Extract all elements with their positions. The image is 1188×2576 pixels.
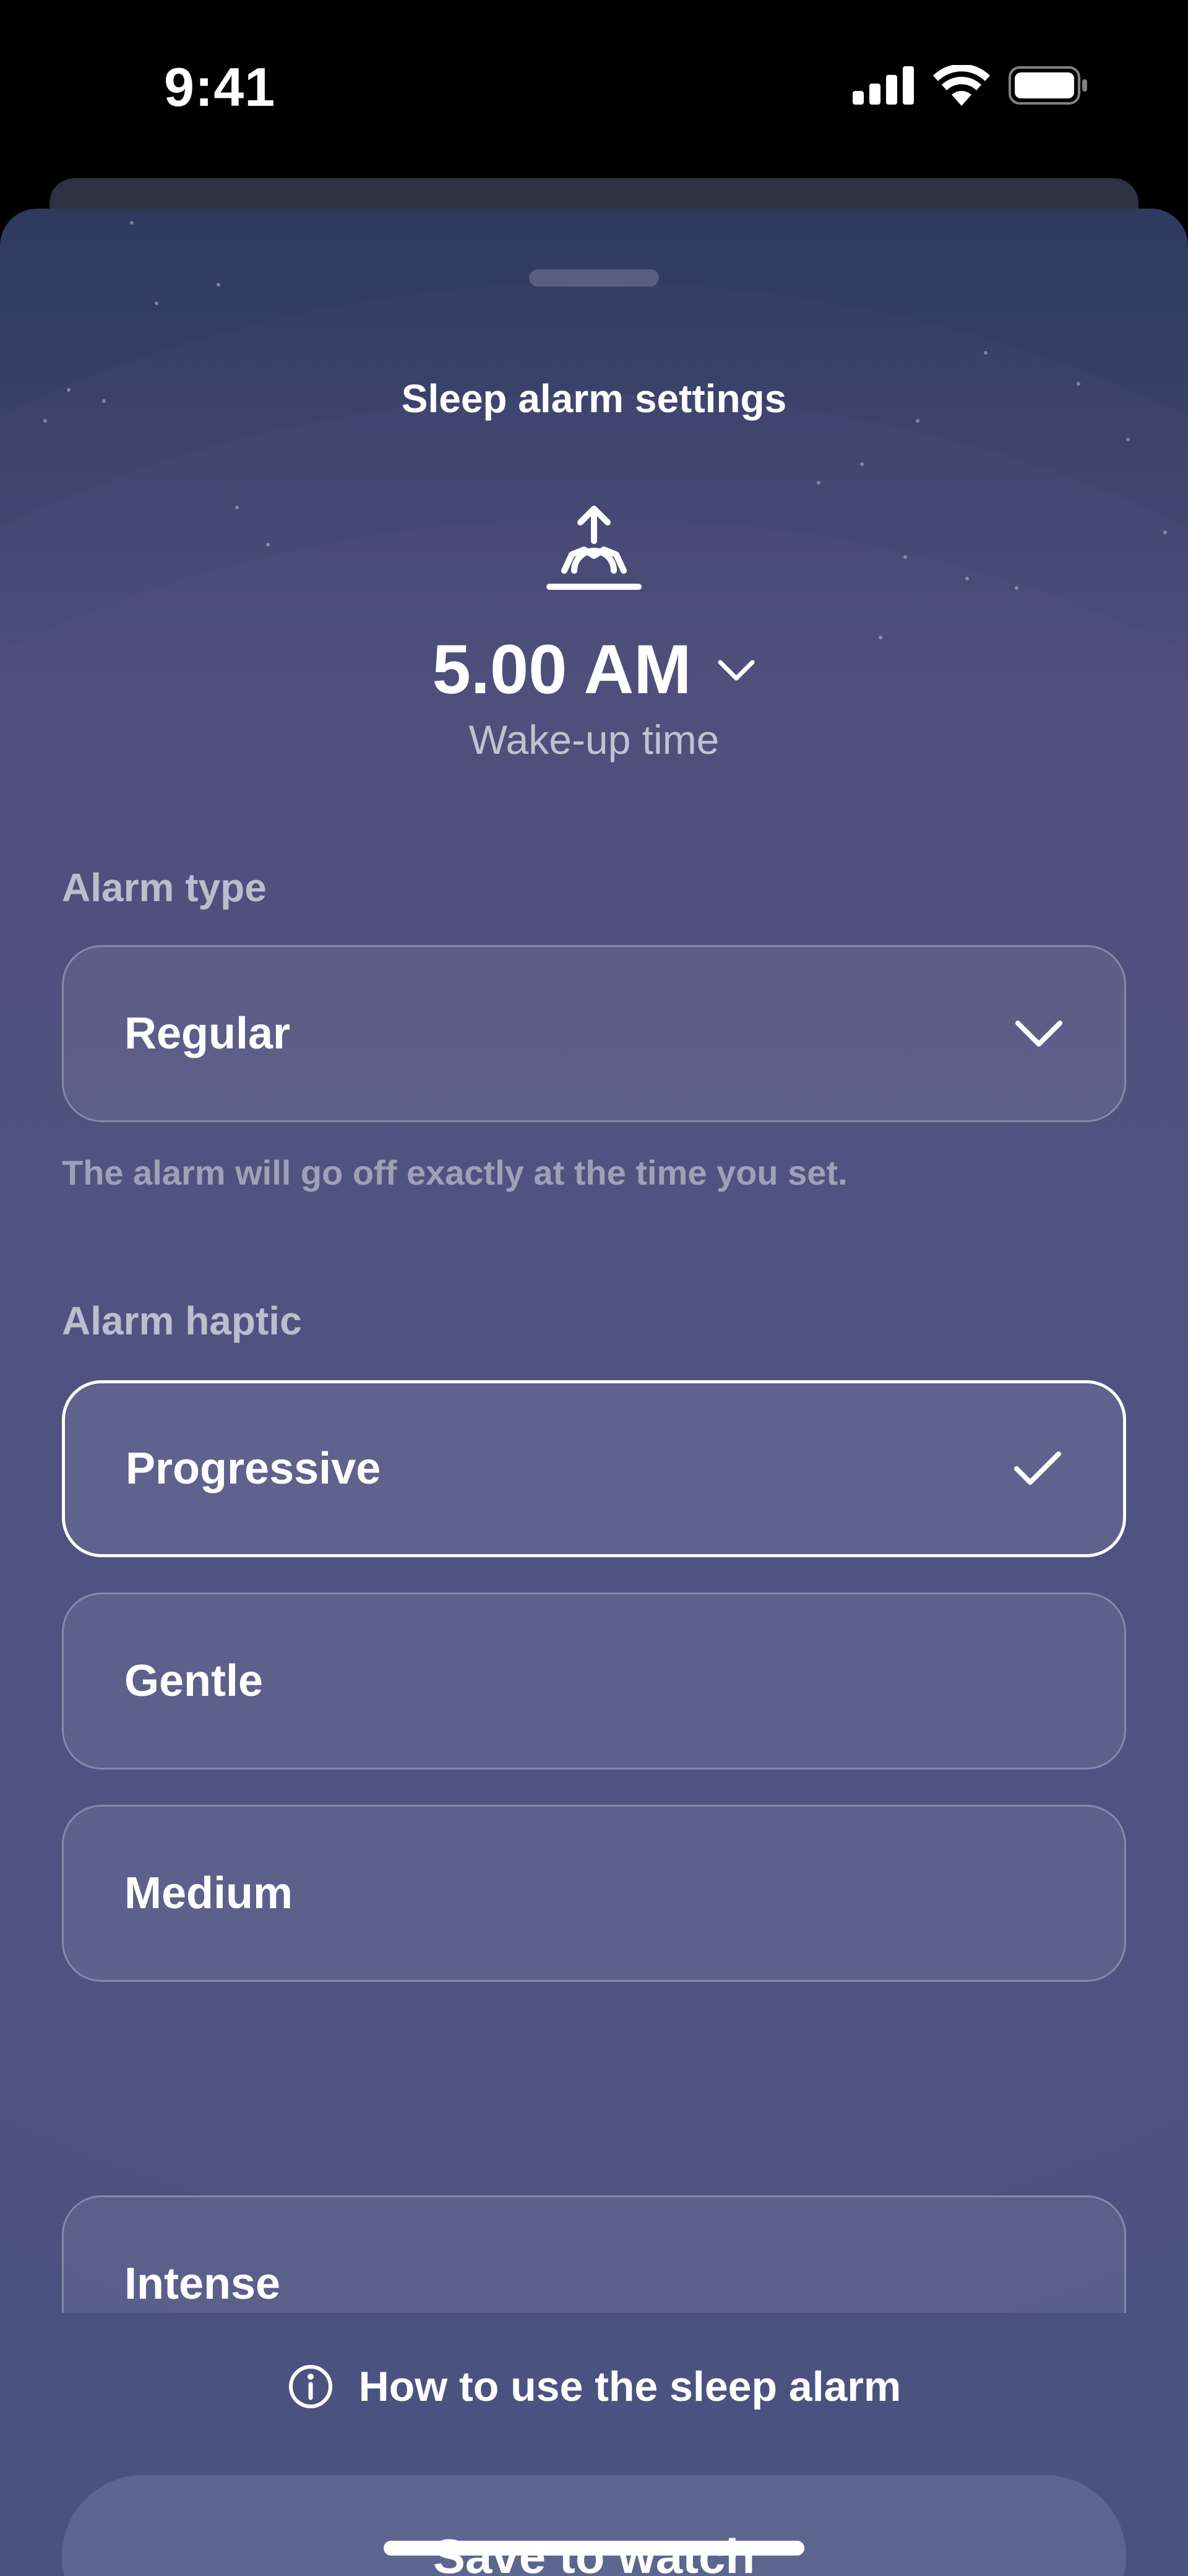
chevron-down-icon xyxy=(718,660,755,680)
alarm-type-value: Regular xyxy=(124,1009,291,1058)
star-decoration xyxy=(984,351,988,355)
star-decoration xyxy=(266,543,270,547)
wake-time-label: Wake-up time xyxy=(468,717,720,763)
info-icon xyxy=(288,2365,332,2408)
star-decoration xyxy=(817,481,820,485)
haptic-option-gentle[interactable]: Gentle xyxy=(62,1593,1126,1770)
alarm-type-dropdown[interactable]: Regular xyxy=(62,945,1126,1122)
star-decoration xyxy=(1126,438,1130,441)
wifi-icon xyxy=(933,65,990,106)
sleep-alarm-sheet: Sleep alarm settings 5.00 AM Wake-up tim… xyxy=(0,209,1188,2576)
star-decoration xyxy=(130,221,134,225)
star-decoration xyxy=(1015,586,1018,590)
alarm-type-label: Alarm type xyxy=(62,865,267,910)
wake-time-selector[interactable]: 5.00 AM xyxy=(0,629,1188,709)
haptic-list-clip: Intense xyxy=(0,2195,1188,2319)
checkmark-icon xyxy=(1014,1451,1061,1485)
save-to-watch-button[interactable]: Save to watch xyxy=(62,2475,1126,2576)
status-bar: 9:41 xyxy=(0,0,1188,179)
haptic-option-label: Medium xyxy=(124,1869,293,1918)
alarm-type-hint: The alarm will go off exactly at the tim… xyxy=(62,1153,848,1192)
wake-time-value: 5.00 AM xyxy=(432,631,692,708)
star-decoration xyxy=(860,462,864,466)
footer-panel: How to use the sleep alarm Save to watch xyxy=(0,2313,1188,2576)
sleep-alarm-help-link[interactable]: How to use the sleep alarm xyxy=(0,2362,1188,2411)
star-decoration xyxy=(217,283,220,287)
battery-icon xyxy=(1009,66,1087,105)
haptic-option-label: Gentle xyxy=(124,1656,264,1706)
star-decoration xyxy=(965,577,969,581)
star-decoration xyxy=(155,301,158,305)
home-indicator[interactable] xyxy=(384,2541,804,2556)
haptic-option-label: Progressive xyxy=(126,1444,381,1493)
sheet-title: Sleep alarm settings xyxy=(401,376,787,421)
haptic-option-medium[interactable]: Medium xyxy=(62,1805,1126,1982)
cellular-signal-icon xyxy=(853,66,914,105)
help-link-label: How to use the sleep alarm xyxy=(358,2363,902,2410)
status-time: 9:41 xyxy=(164,56,276,118)
sunrise-icon xyxy=(546,506,642,590)
haptic-option-progressive[interactable]: Progressive xyxy=(62,1380,1126,1557)
chevron-down-icon xyxy=(1015,1021,1062,1047)
haptic-option-intense[interactable]: Intense xyxy=(62,2195,1126,2319)
haptic-option-label: Intense xyxy=(124,2259,281,2309)
star-decoration xyxy=(235,506,239,509)
star-decoration xyxy=(903,555,907,559)
alarm-haptic-label: Alarm haptic xyxy=(62,1299,302,1343)
sheet-grabber[interactable] xyxy=(529,269,659,287)
star-decoration xyxy=(1163,530,1167,534)
status-icons xyxy=(853,65,1089,106)
